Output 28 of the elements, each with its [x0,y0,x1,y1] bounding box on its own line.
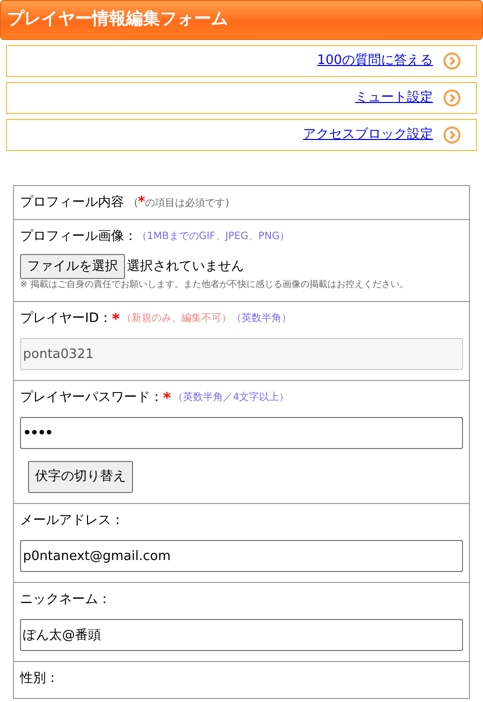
field-label: プロフィール画像： [20,229,137,245]
settings-link[interactable]: ミュート設定 [355,88,433,108]
settings-link[interactable]: 100の質問に答える [317,51,433,71]
required-mark: * [163,390,171,406]
chevron-right-icon [443,126,461,144]
input-field[interactable]: ぽん太@番頭 [20,619,463,651]
toggle-mask-button[interactable]: 伏字の切り替え [28,461,133,493]
field-label: プレイヤーID： [20,311,112,327]
required-mark: * [112,311,120,327]
password-field[interactable]: •••• [20,417,463,449]
field-note: （1MBまでのGIF、JPEG、PNG） [137,230,290,244]
field-note: （英数半角） [232,312,292,326]
choose-file-button[interactable]: ファイルを選択 [20,254,125,279]
field-label: プレイヤーパスワード： [20,390,163,406]
chevron-right-icon [443,89,461,107]
section-heading: プロフィール内容 [20,194,124,212]
field-label: ニックネーム： [20,592,111,608]
file-status: 選択されていません [127,258,244,274]
field-label: メールアドレス： [20,513,124,529]
chevron-right-icon [443,52,461,70]
field-note: （新規のみ、編集不可） [122,312,232,326]
upload-caption: ※ 掲載はご自身の責任でお願いします。また他者が不快に感じる画像の掲載はお控えください。 [20,279,410,291]
input-field[interactable]: p0ntanext@gmail.com [20,540,463,572]
field-note: （英数半角／4文字以上） [172,390,290,405]
field-label: 性別： [20,671,59,687]
settings-link[interactable]: アクセスブロック設定 [303,125,433,145]
required-note: (*の項目は必須です) [134,193,230,212]
page-title: プレイヤー情報編集フォーム [7,8,228,32]
